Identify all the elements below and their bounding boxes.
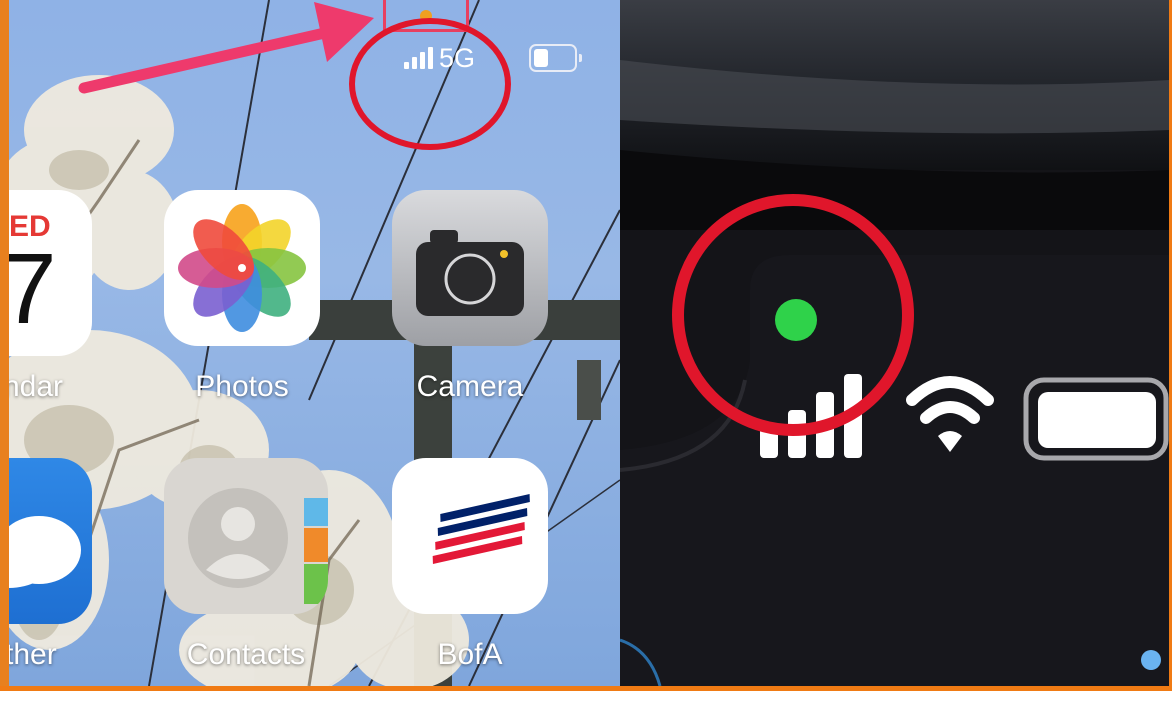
zoomed-status-panel <box>620 0 1169 686</box>
camera-app-icon[interactable] <box>392 190 548 346</box>
contact-silhouette-icon <box>188 488 328 604</box>
camera-lens-icon <box>416 230 524 316</box>
bofa-flag-icon <box>432 494 530 564</box>
annotation-circle <box>349 18 511 150</box>
contacts-label[interactable]: Contacts <box>164 638 328 672</box>
frame-border-left <box>0 0 9 690</box>
weather-label[interactable]: ther <box>9 638 57 672</box>
frame-border-bottom <box>0 686 1172 691</box>
contacts-app-icon[interactable] <box>164 458 328 614</box>
cloud-icon <box>9 516 81 588</box>
bofa-app-icon[interactable] <box>392 458 548 614</box>
calendar-app-icon[interactable]: ED 7 <box>9 190 92 356</box>
annotation-arrow <box>78 26 335 94</box>
battery-icon <box>529 44 582 72</box>
screenshot-frame: 5G ED 7 ndar Photos Camera ther Contacts… <box>0 0 1172 707</box>
green-privacy-dot <box>775 299 817 341</box>
weather-app-icon[interactable] <box>9 458 92 624</box>
photos-app-icon[interactable] <box>164 190 320 346</box>
home-screen-panel: 5G ED 7 ndar Photos Camera ther Contacts… <box>9 0 620 686</box>
photos-flower-icon <box>178 204 306 332</box>
calendar-date: 7 <box>9 233 57 345</box>
calendar-label[interactable]: ndar <box>9 370 63 404</box>
bofa-label[interactable]: BofA <box>392 638 548 672</box>
zoomed-status-bar <box>620 0 1169 686</box>
camera-label[interactable]: Camera <box>392 370 548 404</box>
photos-label[interactable]: Photos <box>164 370 320 404</box>
